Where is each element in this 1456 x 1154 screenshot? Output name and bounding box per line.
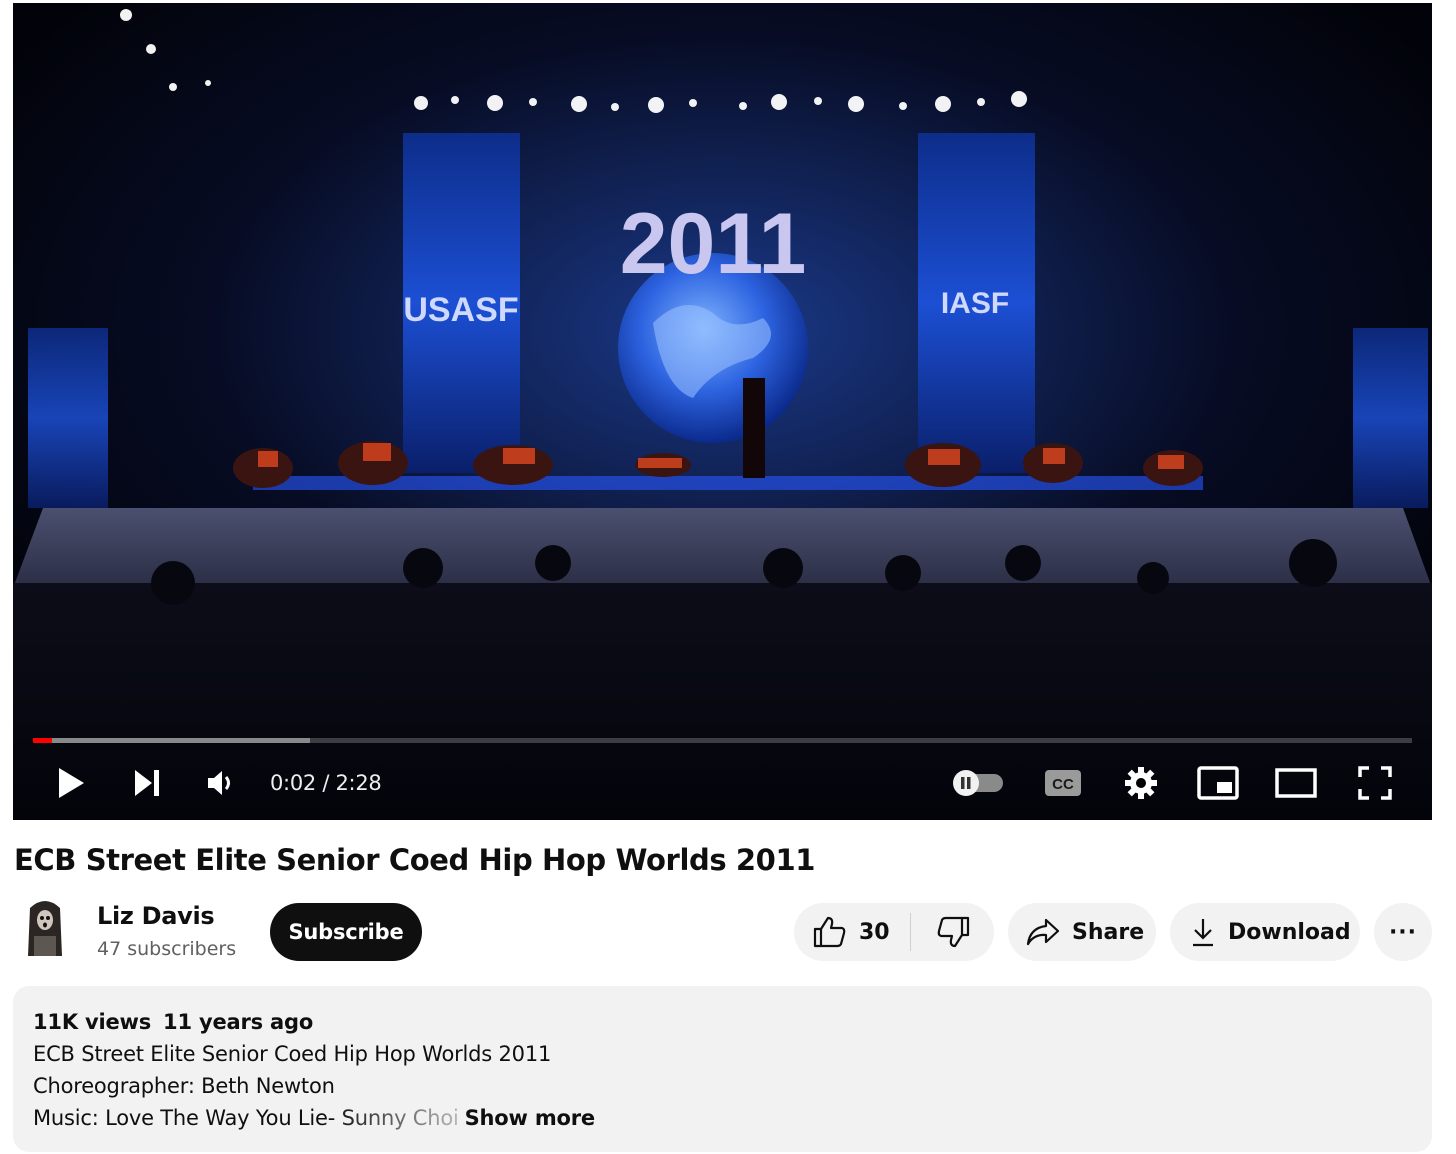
dislike-button[interactable] <box>911 903 994 961</box>
view-count: 11K views <box>33 1010 152 1034</box>
video-frame[interactable]: USASF IASF 2011 <box>13 3 1432 820</box>
miniplayer-icon <box>1197 766 1239 800</box>
theater-mode-button[interactable] <box>1273 753 1319 813</box>
volume-icon <box>208 771 230 795</box>
settings-button[interactable] <box>1119 753 1163 813</box>
banner-right-text: IASF <box>941 287 1009 320</box>
stage-year-text: 2011 <box>620 196 807 292</box>
mute-button[interactable] <box>201 753 241 813</box>
share-label: Share <box>1072 919 1145 945</box>
video-title: ECB Street Elite Senior Coed Hip Hop Wor… <box>14 843 816 877</box>
description-line: ECB Street Elite Senior Coed Hip Hop Wor… <box>33 1042 552 1066</box>
next-icon <box>135 770 159 796</box>
like-dislike-group: 30 <box>794 903 994 961</box>
like-button[interactable]: 30 <box>794 903 910 961</box>
more-actions-button[interactable]: ··· <box>1374 903 1432 961</box>
download-button[interactable]: Download <box>1170 903 1360 961</box>
player-controls: 0:02 / 2:28 CC <box>13 753 1432 813</box>
svg-text:CC: CC <box>1052 776 1074 793</box>
channel-name[interactable]: Liz Davis <box>97 902 215 930</box>
share-icon <box>1026 918 1060 946</box>
channel-avatar[interactable] <box>24 898 66 962</box>
time-display: 0:02 / 2:28 <box>270 771 382 795</box>
download-icon <box>1193 919 1213 947</box>
progress-bar[interactable] <box>33 738 1412 743</box>
subscriber-count: 47 subscribers <box>97 938 237 960</box>
upload-date: 11 years ago <box>163 1010 314 1034</box>
subscribe-button[interactable]: Subscribe <box>270 903 422 961</box>
thumbs-down-icon <box>937 916 969 948</box>
captions-button[interactable]: CC <box>1041 753 1085 813</box>
play-button[interactable] <box>49 753 93 813</box>
more-icon: ··· <box>1388 919 1418 945</box>
gear-icon <box>1125 767 1157 799</box>
like-count: 30 <box>859 919 890 945</box>
captions-icon: CC <box>1045 770 1081 796</box>
thumbs-up-icon <box>813 916 846 948</box>
description-line-last: Music: Love The Way You Lie- Sunny Choi S… <box>33 1102 1412 1134</box>
theater-mode-icon <box>1275 768 1317 798</box>
description-meta: 11K views 11 years ago <box>33 1006 1412 1038</box>
fullscreen-button[interactable] <box>1353 753 1397 813</box>
progress-played <box>33 738 53 743</box>
description-line: Music: Love The Way You Lie- Sunny Choi <box>33 1106 459 1130</box>
fullscreen-icon <box>1358 766 1392 800</box>
autoplay-toggle[interactable] <box>948 753 1008 813</box>
play-icon <box>59 768 84 798</box>
video-player[interactable]: USASF IASF 2011 0:02 / 2:28 CC <box>13 3 1432 820</box>
show-more-link[interactable]: Show more <box>465 1106 596 1130</box>
progress-buffered <box>33 738 311 743</box>
miniplayer-button[interactable] <box>1196 753 1240 813</box>
next-button[interactable] <box>125 753 169 813</box>
share-button[interactable]: Share <box>1008 903 1156 961</box>
autoplay-toggle-icon <box>953 770 1003 796</box>
description-box[interactable]: 11K views 11 years ago ECB Street Elite S… <box>13 986 1432 1152</box>
banner-left-text: USASF <box>403 291 518 329</box>
description-line: Choreographer: Beth Newton <box>33 1074 335 1098</box>
download-label: Download <box>1228 919 1351 945</box>
